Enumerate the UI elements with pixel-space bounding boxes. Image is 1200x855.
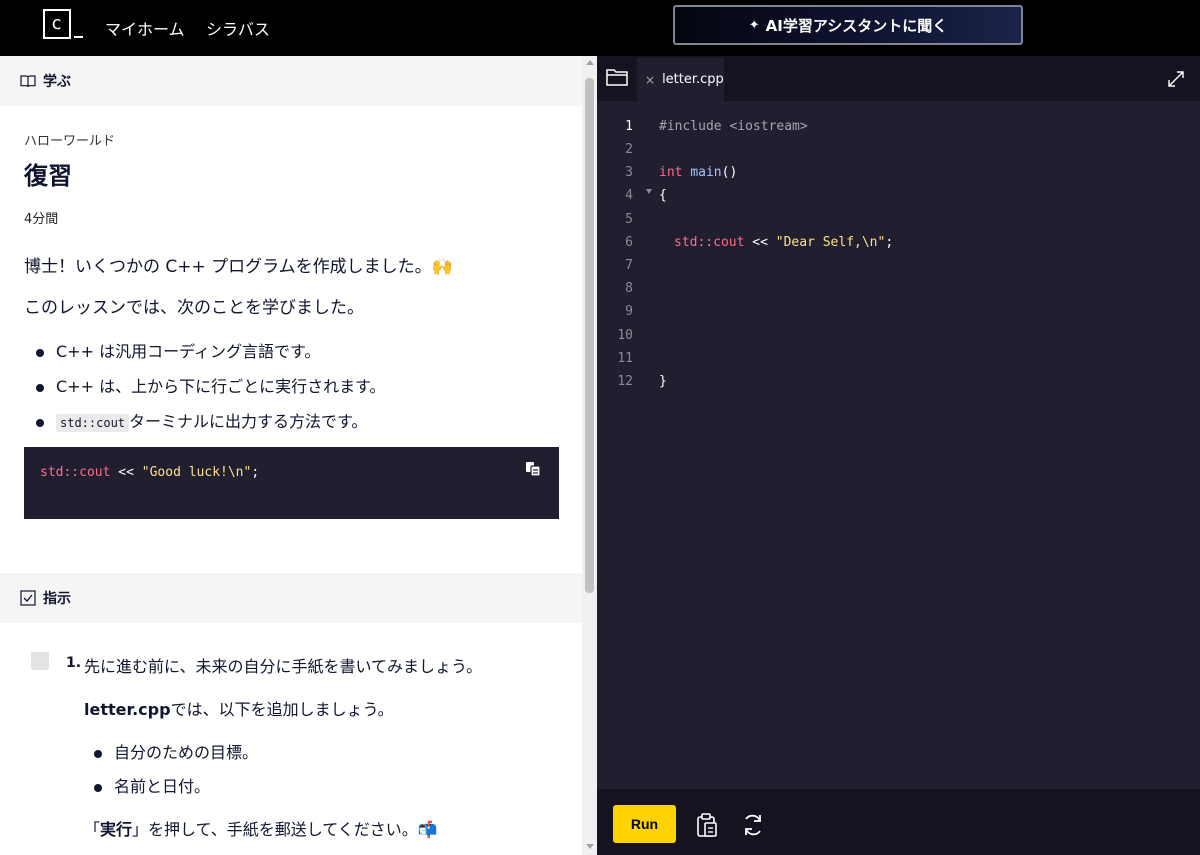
fold-arrow-icon[interactable] (646, 189, 652, 194)
code-string: "Dear Self,\n" (775, 235, 886, 250)
editor-tab-bar: × letter.cpp (597, 56, 1200, 101)
instructions-section-label: 指示 (43, 591, 71, 607)
lead-text: このレッスンでは、次のことを学びました。 (24, 298, 364, 318)
code-operator: << (110, 465, 142, 480)
quote-open: 「 (84, 820, 101, 839)
parens: () (721, 165, 738, 180)
lesson-panel: 学ぶ ハローワールド 復習 4分間 博士！いくつかの C++ プログラムを作成し… (0, 56, 597, 855)
run-button[interactable]: Run (613, 805, 676, 843)
keyword: int (659, 165, 683, 180)
run-mention: 実行 (100, 820, 133, 839)
close-icon[interactable]: × (645, 73, 655, 87)
bullet-dot (94, 749, 102, 758)
task-text: 先に進む前に、未来の自分に手紙を書いてみましょう。 (84, 657, 483, 676)
bullet-dot (36, 348, 44, 357)
line-number: 4 (625, 188, 633, 203)
function-name: main (690, 165, 722, 180)
checkbox-icon (20, 590, 36, 606)
book-icon (20, 75, 36, 88)
page-title: 復習 (24, 162, 72, 190)
instructions-section-header: 指示 (0, 573, 582, 623)
line-number: 7 (625, 258, 633, 273)
copy-icon[interactable] (525, 461, 541, 477)
bullet-text: C++ は、上から下に行ごとに実行されます。 (56, 377, 386, 396)
bullet-text: C++ は汎用コーディング言語です。 (56, 342, 321, 361)
bullet-text: 自分のための目標。 (114, 743, 259, 762)
ai-assistant-label: AI学習アシスタントに聞く (765, 16, 948, 35)
tab-letter-cpp[interactable]: × letter.cpp (637, 58, 724, 101)
logo-underscore (74, 36, 83, 38)
line-number: 10 (617, 328, 633, 343)
editor-bottom-bar: Run (597, 789, 1200, 855)
lesson-breadcrumb: ハローワールド (24, 134, 116, 149)
sparkle-icon: ✦ (748, 17, 760, 33)
code-line-4[interactable]: { (659, 188, 667, 203)
line-number: 2 (625, 142, 633, 157)
file-name-mention: letter.cpp (84, 700, 171, 719)
line-number: 5 (625, 212, 633, 227)
line-number: 1 (625, 119, 633, 134)
logo-letter: c (51, 13, 62, 34)
nav-syllabus[interactable]: シラバス (206, 16, 270, 40)
list-item: 名前と日付。 (94, 773, 210, 797)
task-checkbox[interactable] (31, 652, 49, 670)
bullet-dot (36, 418, 44, 427)
clipboard-icon[interactable] (694, 812, 720, 838)
line-number: 12 (617, 374, 633, 389)
task-number: 1. (66, 655, 82, 671)
learn-section-header: 学ぶ (0, 56, 582, 106)
line-number: 9 (625, 304, 633, 319)
code-string: "Good luck!\n" (141, 465, 252, 480)
inline-code: std::cout (56, 414, 130, 432)
code-identifier: std::cout (40, 465, 111, 480)
code-line-1[interactable]: #include <iostream> (659, 119, 808, 134)
code-semicolon: ; (885, 235, 894, 250)
bullet-text: 名前と日付。 (114, 777, 211, 796)
list-item: C++ は汎用コーディング言語です。 (36, 338, 320, 362)
intro-text: 博士！いくつかの C++ プログラムを作成しました。🙌 (24, 257, 453, 277)
line-number: 8 (625, 281, 633, 296)
code-line-3[interactable]: int main() (659, 165, 737, 180)
scroll-down-arrow[interactable] (586, 844, 594, 849)
task-add-text: では、以下を追加しましょう。 (170, 700, 394, 719)
bullet-text: ターミナルに出力する方法です。 (129, 412, 368, 431)
scroll-up-arrow[interactable] (586, 60, 594, 65)
tab-file-name: letter.cpp (662, 72, 724, 87)
bullet-dot (36, 383, 44, 392)
list-item: std::cout ターミナルに出力する方法です。 (36, 408, 367, 432)
lesson-duration: 4分間 (24, 212, 59, 227)
task-run-line: 「実行」を押して、手紙を郵送してください。📬 (84, 816, 438, 840)
code-line-12[interactable]: } (659, 374, 667, 389)
bullet-dot (94, 783, 102, 792)
code-snippet: std::cout << "Good luck!\n"; (24, 447, 559, 519)
task-file-line: letter.cppでは、以下を追加しましょう。 (84, 696, 394, 720)
refresh-icon[interactable] (740, 812, 766, 838)
nav-my-home[interactable]: マイホーム (105, 16, 185, 40)
top-nav-bar: c マイホーム シラバス ✦ AI学習アシスタントに聞く (0, 0, 1200, 56)
code-operator: << (744, 235, 776, 250)
folder-icon[interactable] (605, 66, 629, 88)
line-number: 11 (617, 351, 633, 366)
list-item: 自分のための目標。 (94, 739, 258, 763)
codecademy-logo[interactable]: c (43, 9, 71, 39)
line-number: 3 (625, 165, 633, 180)
list-item: C++ は、上から下に行ごとに実行されます。 (36, 373, 385, 397)
code-editor-panel: × letter.cpp 1 2 3 4 5 6 7 8 9 10 11 12 … (597, 56, 1200, 855)
code-line-6[interactable]: std::cout << "Dear Self,\n"; (674, 235, 893, 250)
ai-assistant-button[interactable]: ✦ AI学習アシスタントに聞く (673, 5, 1023, 45)
snippet-code: std::cout << "Good luck!\n"; (40, 465, 259, 480)
expand-icon[interactable] (1167, 70, 1185, 88)
line-number: 6 (625, 235, 633, 250)
scrollbar-thumb[interactable] (585, 78, 594, 593)
learn-section-label: 学ぶ (43, 74, 71, 90)
code-semicolon: ; (251, 465, 260, 480)
code-identifier: std::cout (674, 235, 745, 250)
run-instruction: 」を押して、手紙を郵送してください。📬 (132, 820, 438, 839)
